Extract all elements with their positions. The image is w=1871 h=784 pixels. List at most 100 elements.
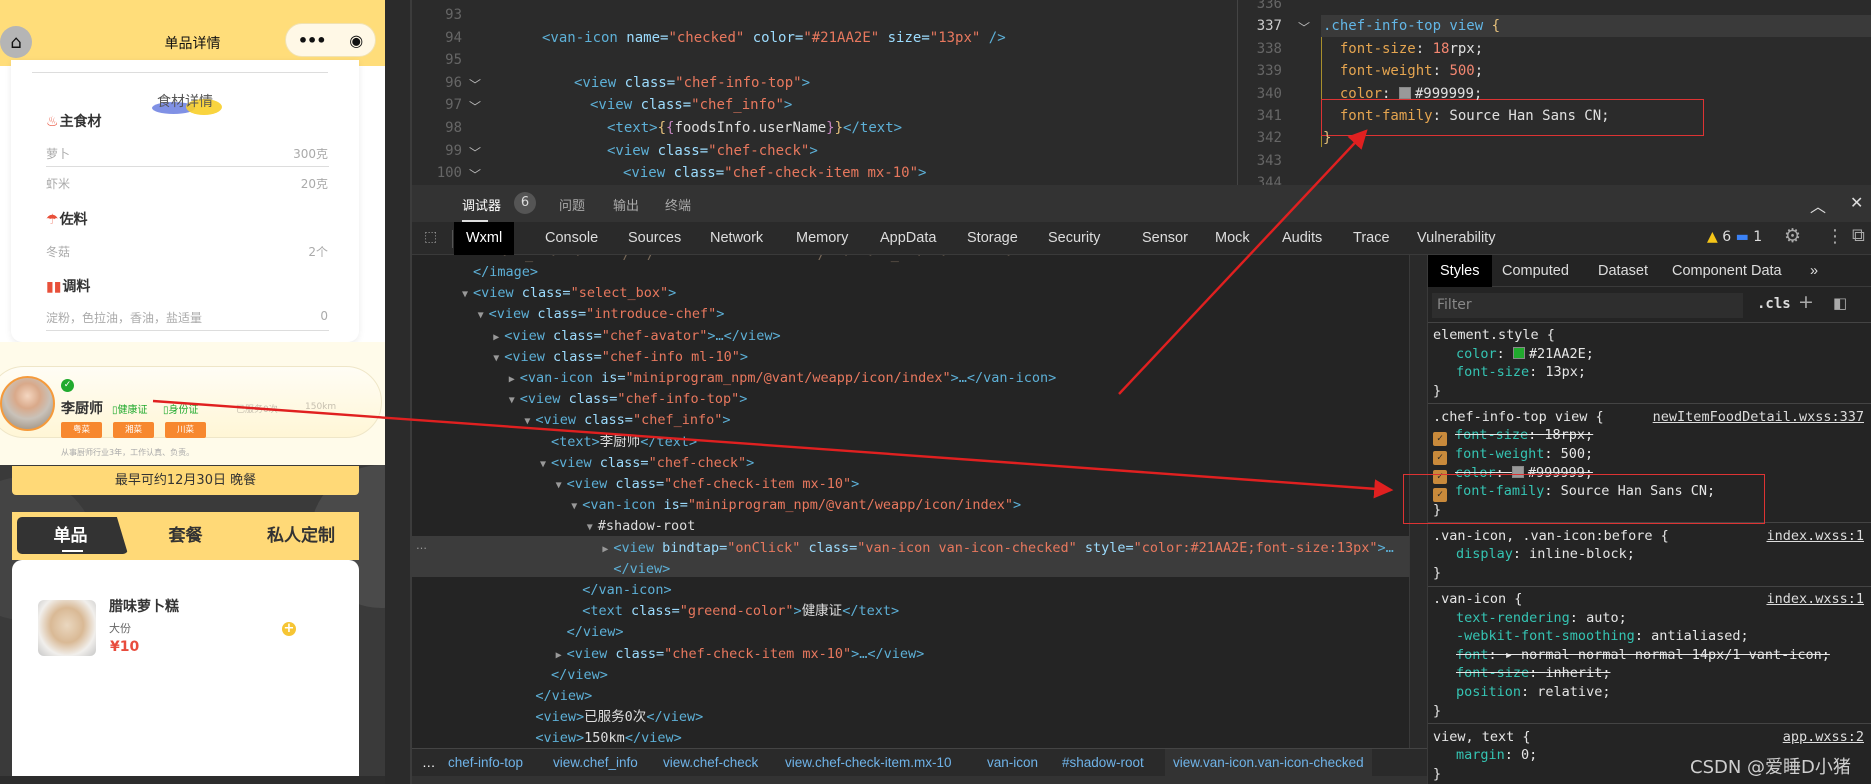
breadcrumb-item[interactable]: view.van-icon.van-icon-checked (1165, 749, 1372, 776)
tab-output[interactable]: 输出 (613, 195, 639, 214)
splitter[interactable] (385, 0, 412, 784)
expanded-triangle-icon[interactable]: ▼ (524, 411, 535, 432)
tab-sensor[interactable]: Sensor (1130, 222, 1200, 255)
add-icon[interactable]: + (282, 622, 296, 636)
tab-sources[interactable]: Sources (616, 222, 693, 255)
collapsed-triangle-icon[interactable]: ▶ (602, 539, 613, 560)
tab-wxml[interactable]: Wxml (454, 222, 515, 255)
tree-node[interactable]: </view> (540, 665, 608, 686)
tree-node[interactable]: ▶ <view class="chef-check-item mx-10">…</… (556, 644, 925, 665)
style-property[interactable]: -webkit-font-smoothing: antialiased; (1456, 627, 1749, 645)
dock-icon[interactable]: ⧉ (1852, 225, 1865, 246)
tab-security[interactable]: Security (1036, 222, 1112, 255)
tree-node[interactable]: <view>150km</view> (524, 728, 681, 748)
expanded-triangle-icon[interactable]: ▼ (587, 517, 598, 538)
node-actions-icon[interactable]: … (416, 539, 427, 552)
style-property[interactable]: position: relative; (1456, 683, 1610, 701)
wxss-editor[interactable]: 336 337 ﹀ .chef-info-top view {338 font-siz… (1238, 0, 1871, 185)
tree-node[interactable]: ▼ <view class="chef-info ml-10"> (493, 347, 748, 368)
collapsed-triangle-icon[interactable]: ▶ (493, 327, 504, 348)
fold-chevron-icon[interactable]: ﹀ (469, 144, 481, 161)
breadcrumb-item[interactable]: … (422, 749, 436, 776)
fold-chevron-icon[interactable]: ﹀ (469, 76, 481, 93)
tab-debugger[interactable]: 调试器 (462, 195, 501, 214)
tree-node[interactable]: ▶ <view bindtap="onClick" class="van-icon… (602, 538, 1393, 559)
tree-node[interactable]: <view>已服务0次</view> (524, 707, 703, 728)
tree-node[interactable]: ▼ <view class="chef-check"> (540, 453, 754, 474)
style-property[interactable]: text-rendering: auto; (1456, 609, 1627, 627)
breadcrumb-item[interactable]: view.chef-check-item.mx-10 (785, 749, 952, 776)
tab-appdata[interactable]: AppData (868, 222, 948, 255)
tree-node[interactable]: <text>李厨师</text> (540, 432, 697, 453)
tab-memory[interactable]: Memory (784, 222, 860, 255)
rule-source-link[interactable]: app.wxss:2 (1783, 728, 1864, 746)
wxml-editor[interactable]: 93 94 <van-icon name="checked" color="#21A… (412, 0, 1238, 185)
style-property[interactable]: font-size: inherit; (1456, 664, 1610, 682)
tree-node[interactable]: </image> (462, 262, 538, 283)
expanded-triangle-icon[interactable]: ▼ (478, 305, 489, 326)
style-property[interactable]: margin: 0; (1456, 746, 1537, 764)
rule-source-link[interactable]: newItemFoodDetail.wxss:337 (1653, 408, 1864, 426)
tab-single[interactable]: 单品 (17, 512, 124, 560)
breadcrumb-item[interactable]: van-icon (987, 749, 1038, 776)
warnings-count[interactable]: ▲ 6 ▬ 1 (1707, 229, 1762, 245)
style-property[interactable]: display: inline-block; (1456, 545, 1635, 563)
tab-trace[interactable]: Trace (1341, 222, 1402, 255)
settings-gear-icon[interactable]: ⚙ (1784, 225, 1801, 247)
more-options-icon[interactable]: ⋮ (1826, 226, 1844, 247)
rule-source-link[interactable]: index.wxss:1 (1766, 527, 1864, 545)
tree-node[interactable]: ▼ <view class="chef-info-top"> (509, 389, 748, 410)
tree-node[interactable]: <text class="greend-color">健康证</text> (571, 601, 899, 622)
fold-chevron-icon[interactable]: ﹀ (1298, 19, 1310, 36)
expanded-triangle-icon[interactable]: ▼ (540, 454, 551, 475)
style-property[interactable]: ✓ font-size: 18rpx; (1433, 426, 1593, 447)
rule-source-link[interactable]: index.wxss:1 (1766, 590, 1864, 608)
close-icon[interactable]: ✕ (1850, 193, 1863, 212)
collapsed-triangle-icon[interactable]: ▶ (509, 369, 520, 390)
tab-custom[interactable]: 私人定制 (246, 512, 356, 560)
capsule-menu[interactable]: ••• ◉ (285, 23, 376, 57)
expanded-triangle-icon[interactable]: ▼ (462, 284, 473, 305)
tree-node[interactable]: ▼ <van-icon is="miniprogram_npm/@vant/wea… (571, 495, 1021, 516)
tab-mock[interactable]: Mock (1203, 222, 1262, 255)
tree-node[interactable]: ▶ <view class="chef-avator">…</view> (493, 326, 780, 347)
tree-node[interactable]: ▼ <view class="introduce-chef"> (478, 304, 725, 325)
tab-console[interactable]: Console (533, 222, 610, 255)
tab-terminal[interactable]: 终端 (665, 195, 691, 214)
breadcrumb-item[interactable]: view.chef-check (663, 749, 758, 776)
tree-node[interactable]: </view> (556, 622, 624, 643)
tab-set-meal[interactable]: 套餐 (138, 512, 233, 560)
tab-vulnerability[interactable]: Vulnerability (1405, 222, 1507, 255)
tab-network[interactable]: Network (698, 222, 775, 255)
tab-audits[interactable]: Audits (1270, 222, 1334, 255)
style-property[interactable]: font: ▸ normal normal normal 14px/1 vant… (1456, 646, 1830, 664)
color-swatch[interactable] (1512, 346, 1525, 359)
more-icon[interactable]: ••• (298, 31, 327, 50)
breadcrumb-item[interactable]: #shadow-root (1062, 749, 1144, 776)
style-property[interactable]: font-size: 13px; (1456, 363, 1586, 381)
tree-node[interactable]: </van-icon> (571, 580, 671, 601)
style-property[interactable]: color: #21AA2E; (1456, 345, 1594, 363)
wxml-tree[interactable]: … · _ · · / / / · · _ · · · </image> ▼ <vi… (412, 255, 1409, 748)
collapsed-triangle-icon[interactable]: ▶ (556, 645, 567, 666)
fold-chevron-icon[interactable]: ﹀ (469, 166, 481, 183)
tree-node[interactable]: ▶ <van-icon is="miniprogram_npm/@vant/wea… (509, 368, 1056, 389)
breadcrumb-item[interactable]: chef-info-top (448, 749, 523, 776)
fold-chevron-icon[interactable]: ﹀ (469, 98, 481, 115)
expanded-triangle-icon[interactable]: ▼ (571, 496, 582, 517)
expanded-triangle-icon[interactable]: ▼ (493, 348, 504, 369)
close-miniprogram-icon[interactable]: ◉ (349, 31, 363, 50)
inspect-icon[interactable]: ⬚ (424, 229, 437, 245)
expanded-triangle-icon[interactable]: ▼ (509, 390, 520, 411)
tree-node[interactable]: </view> (524, 686, 592, 707)
breadcrumb-item[interactable]: view.chef_info (553, 749, 638, 776)
tab-issues[interactable]: 问题 (559, 195, 585, 214)
tree-node[interactable]: ▼ <view class="chef_info"> (524, 410, 730, 431)
tree-node[interactable]: </view> (602, 559, 670, 580)
tab-storage[interactable]: Storage (955, 222, 1030, 255)
tree-node[interactable]: ▼ <view class="chef-check-item mx-10"> (556, 474, 860, 495)
tree-node[interactable]: ▼ #shadow-root (587, 516, 696, 537)
collapse-icon[interactable]: ︿ (1810, 193, 1826, 217)
style-property[interactable]: ✓ font-weight: 500; (1433, 445, 1593, 465)
expanded-triangle-icon[interactable]: ▼ (556, 475, 567, 496)
